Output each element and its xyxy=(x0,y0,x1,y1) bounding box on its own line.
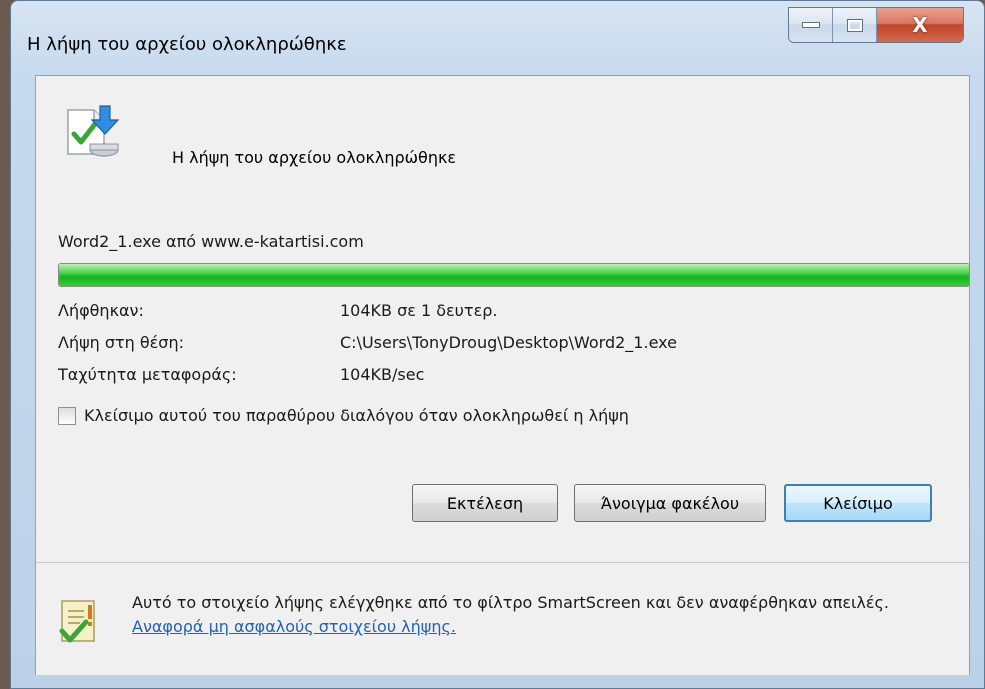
location-label: Λήψη στη θέση: xyxy=(58,333,184,352)
smartscreen-message: Αυτό το στοιχείο λήψης ελέγχθηκε από το … xyxy=(132,591,912,639)
open-folder-button[interactable]: Άνοιγμα φακέλου xyxy=(574,484,766,522)
maximize-button[interactable] xyxy=(833,8,877,42)
smartscreen-footer: Αυτό το στοιχείο λήψης ελέγχθηκε από το … xyxy=(36,562,969,675)
close-on-complete-option[interactable]: Κλείσιμο αυτού του παραθύρου διαλόγου ότ… xyxy=(58,406,629,425)
close-button[interactable]: Κλείσιμο xyxy=(784,484,932,522)
title-bar[interactable]: Η λήψη του αρχείου ολοκληρώθηκε X xyxy=(11,1,984,75)
download-dialog-window: Η λήψη του αρχείου ολοκληρώθηκε X Η λήψη… xyxy=(10,0,985,689)
download-complete-icon xyxy=(67,105,120,157)
location-value: C:\Users\TonyDroug\Desktop\Word2_1.exe xyxy=(340,333,677,352)
report-unsafe-link[interactable]: Αναφορά μη ασφαλούς στοιχείου λήψης. xyxy=(132,617,456,636)
progress-fill xyxy=(59,264,969,286)
download-progress-bar xyxy=(58,263,970,287)
close-window-button[interactable]: X xyxy=(877,8,963,42)
maximize-icon xyxy=(846,18,863,32)
window-title: Η λήψη του αρχείου ολοκληρώθηκε xyxy=(27,34,347,55)
smartscreen-text: Αυτό το στοιχείο λήψης ελέγχθηκε από το … xyxy=(132,593,889,612)
header-message: Η λήψη του αρχείου ολοκληρώθηκε xyxy=(172,148,457,167)
speed-value: 104KB/sec xyxy=(340,365,425,384)
smartscreen-shield-icon xyxy=(59,600,95,643)
close-icon: X xyxy=(912,13,928,37)
minimize-icon xyxy=(801,22,820,28)
caption-buttons: X xyxy=(788,7,964,43)
close-on-complete-checkbox[interactable] xyxy=(58,406,76,425)
run-button[interactable]: Εκτέλεση xyxy=(412,484,558,522)
downloaded-value: 104KB σε 1 δευτερ. xyxy=(340,301,498,320)
dialog-content: Η λήψη του αρχείου ολοκληρώθηκε Word2_1.… xyxy=(35,75,970,675)
minimize-button[interactable] xyxy=(789,8,833,42)
speed-label: Ταχύτητα μεταφοράς: xyxy=(58,365,237,384)
downloaded-label: Λήφθηκαν: xyxy=(58,301,144,320)
close-on-complete-label[interactable]: Κλείσιμο αυτού του παραθύρου διαλόγου ότ… xyxy=(84,406,629,425)
file-source-line: Word2_1.exe από www.e-katartisi.com xyxy=(58,232,364,251)
